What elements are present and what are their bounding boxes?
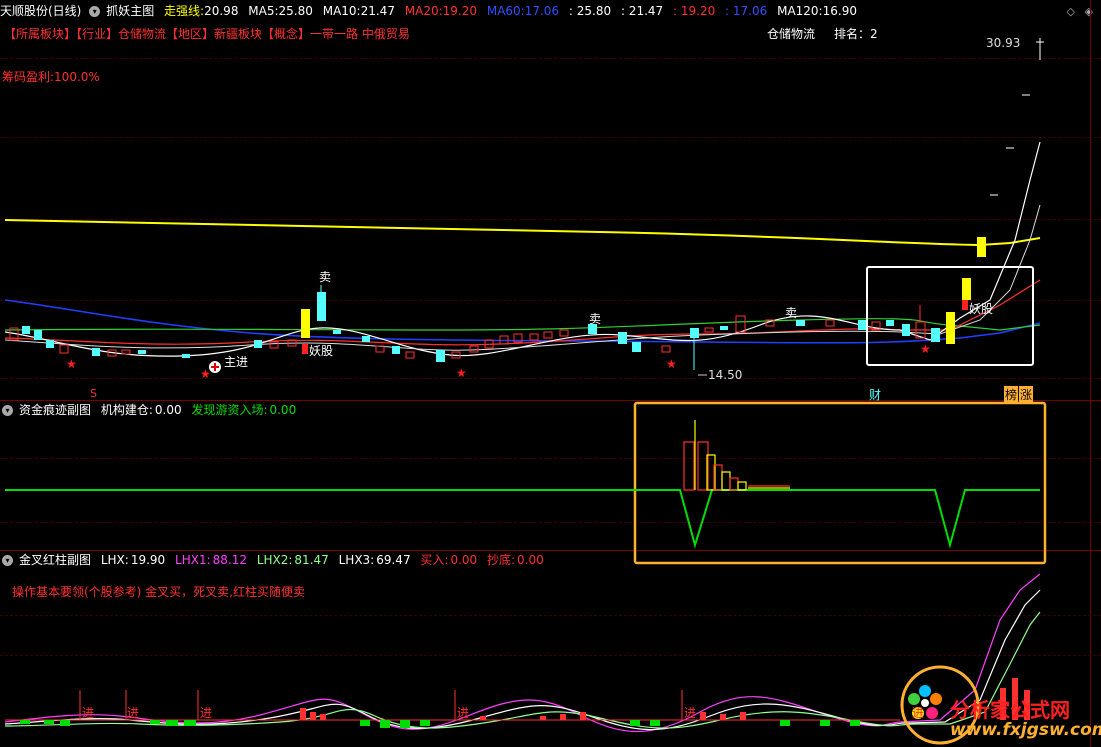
bottom-label: 抄底: xyxy=(487,553,516,567)
star-icon: ★ xyxy=(666,357,677,371)
buy-in-label: 进 xyxy=(457,706,470,720)
lhx3-label: LHX3: xyxy=(338,553,375,567)
marker-s: S xyxy=(90,387,97,400)
chevron-down-icon[interactable]: ▾ xyxy=(2,405,13,416)
buy-in-label: 进 xyxy=(200,706,213,720)
star-icon: ★ xyxy=(66,357,77,371)
lhx3-line xyxy=(4,611,1041,729)
fund-trace-line xyxy=(5,489,1040,549)
golden-cross-bars xyxy=(5,678,1030,728)
lhx2-line xyxy=(4,589,1041,731)
chevron-down-icon[interactable]: ▾ xyxy=(2,555,13,566)
sub2-title[interactable]: 金叉红柱副图 xyxy=(19,553,91,567)
demon-marker-icon xyxy=(962,300,968,310)
star-icon: ★ xyxy=(456,366,467,380)
high-price-label: 30.93 xyxy=(986,36,1021,50)
lhx1-label: LHX1: xyxy=(175,553,211,567)
sell-label: 卖 xyxy=(319,270,332,284)
watermark-brand: 分析家公式网 xyxy=(950,698,1070,722)
demon-stock-label: 妖股 xyxy=(969,302,994,316)
low-price-label: 14.50 xyxy=(708,368,743,382)
entry-plus-icon xyxy=(209,361,221,373)
sub1-title[interactable]: 资金痕迹副图 xyxy=(19,403,91,417)
star-icon: ★ xyxy=(920,342,931,356)
lhx3-value: 69.47 xyxy=(376,553,411,567)
candles xyxy=(9,38,1044,370)
sub2-header: ▾ 金叉红柱副图 LHX: 19.90 LHX1: 88.12 LHX2: 81.47 … xyxy=(2,551,550,569)
ma120-line xyxy=(4,219,1041,247)
sell-label: 卖 xyxy=(589,312,602,326)
watermark-url: www.fxjgsw.com xyxy=(950,720,1101,740)
inst-value: 0.00 xyxy=(154,403,182,417)
buy-in-label: 进 xyxy=(127,706,140,720)
bottom-value: 0.00 xyxy=(517,553,544,567)
inst-label: 机构建仓: xyxy=(100,403,153,417)
buy-in-label: 进 xyxy=(82,706,95,720)
operation-note: 操作基本要领(个股参考) 金叉买，死叉卖,红柱买随便卖 xyxy=(12,585,305,599)
chart-canvas: ★ ★ ★ ★ ★ xyxy=(4,38,1047,745)
buy-in-label: 进 xyxy=(684,706,697,720)
marker-bang: 榜 xyxy=(1004,386,1019,403)
lhx2-label: LHX2: xyxy=(256,553,293,567)
buy-value: 0.00 xyxy=(450,553,478,567)
main-entry-label: 主进 xyxy=(224,355,249,369)
demon-stock-label: 妖股 xyxy=(309,344,334,358)
lhx2-value: 81.47 xyxy=(294,553,329,567)
fund-bars xyxy=(683,420,790,491)
sub1-header: ▾ 资金痕迹副图 机构建仓: 0.00 发现游资入场: 0.00 xyxy=(2,401,302,419)
marker-zhang: 涨 xyxy=(1019,386,1034,403)
marker-cai: 财 xyxy=(869,388,882,402)
lhx-label: LHX: xyxy=(100,553,129,567)
ma-green-line xyxy=(4,318,1041,331)
lhx-value: 19.90 xyxy=(130,553,166,567)
buy-in-label: 进 xyxy=(912,706,925,720)
demon-marker-icon xyxy=(302,344,308,354)
hot-money-label: 发现游资入场: xyxy=(191,403,268,417)
lhx1-value: 88.12 xyxy=(212,553,247,567)
hot-money-value: 0.00 xyxy=(269,403,297,417)
buy-label: 买入: xyxy=(420,553,449,567)
sell-label: 卖 xyxy=(785,306,798,320)
star-icon: ★ xyxy=(200,367,211,381)
